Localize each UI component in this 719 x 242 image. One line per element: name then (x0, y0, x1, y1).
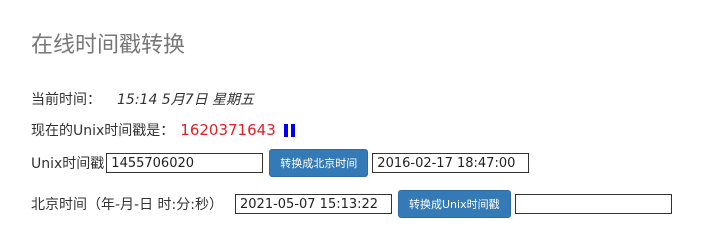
beijing-time-input[interactable] (235, 194, 392, 214)
current-time-label: 当前时间： (31, 92, 101, 108)
unix-now-value: 1620371643 (180, 121, 276, 139)
pause-icon-bar-right (290, 123, 295, 137)
pause-icon[interactable] (283, 123, 295, 137)
unix-timestamp-result-field[interactable] (514, 194, 672, 214)
current-time-value: 15:14 5月7日 星期五 (117, 92, 255, 108)
unix-timestamp-input[interactable] (106, 153, 264, 173)
page-title: 在线时间戳转换 (31, 33, 186, 58)
convert-to-unix-button[interactable]: 转换成Unix时间戳 (398, 190, 511, 218)
current-time-row: 当前时间： 15:14 5月7日 星期五 (31, 87, 254, 111)
unix-now-label: 现在的Unix时间戳是： (31, 123, 175, 139)
unix-now-row: 现在的Unix时间戳是： 1620371643 (31, 118, 295, 142)
beijing-convert-label: 北京时间（年-月-日 时:分:秒） (31, 197, 223, 213)
beijing-time-result-field[interactable] (372, 153, 530, 173)
convert-to-beijing-button[interactable]: 转换成北京时间 (269, 149, 369, 177)
pause-icon-bar-left (283, 123, 288, 137)
beijing-convert-row: 北京时间（年-月-日 时:分:秒） 转换成Unix时间戳 (31, 190, 672, 218)
unix-convert-label: Unix时间戳 (31, 156, 105, 172)
unix-convert-row: Unix时间戳 转换成北京时间 (31, 149, 530, 177)
